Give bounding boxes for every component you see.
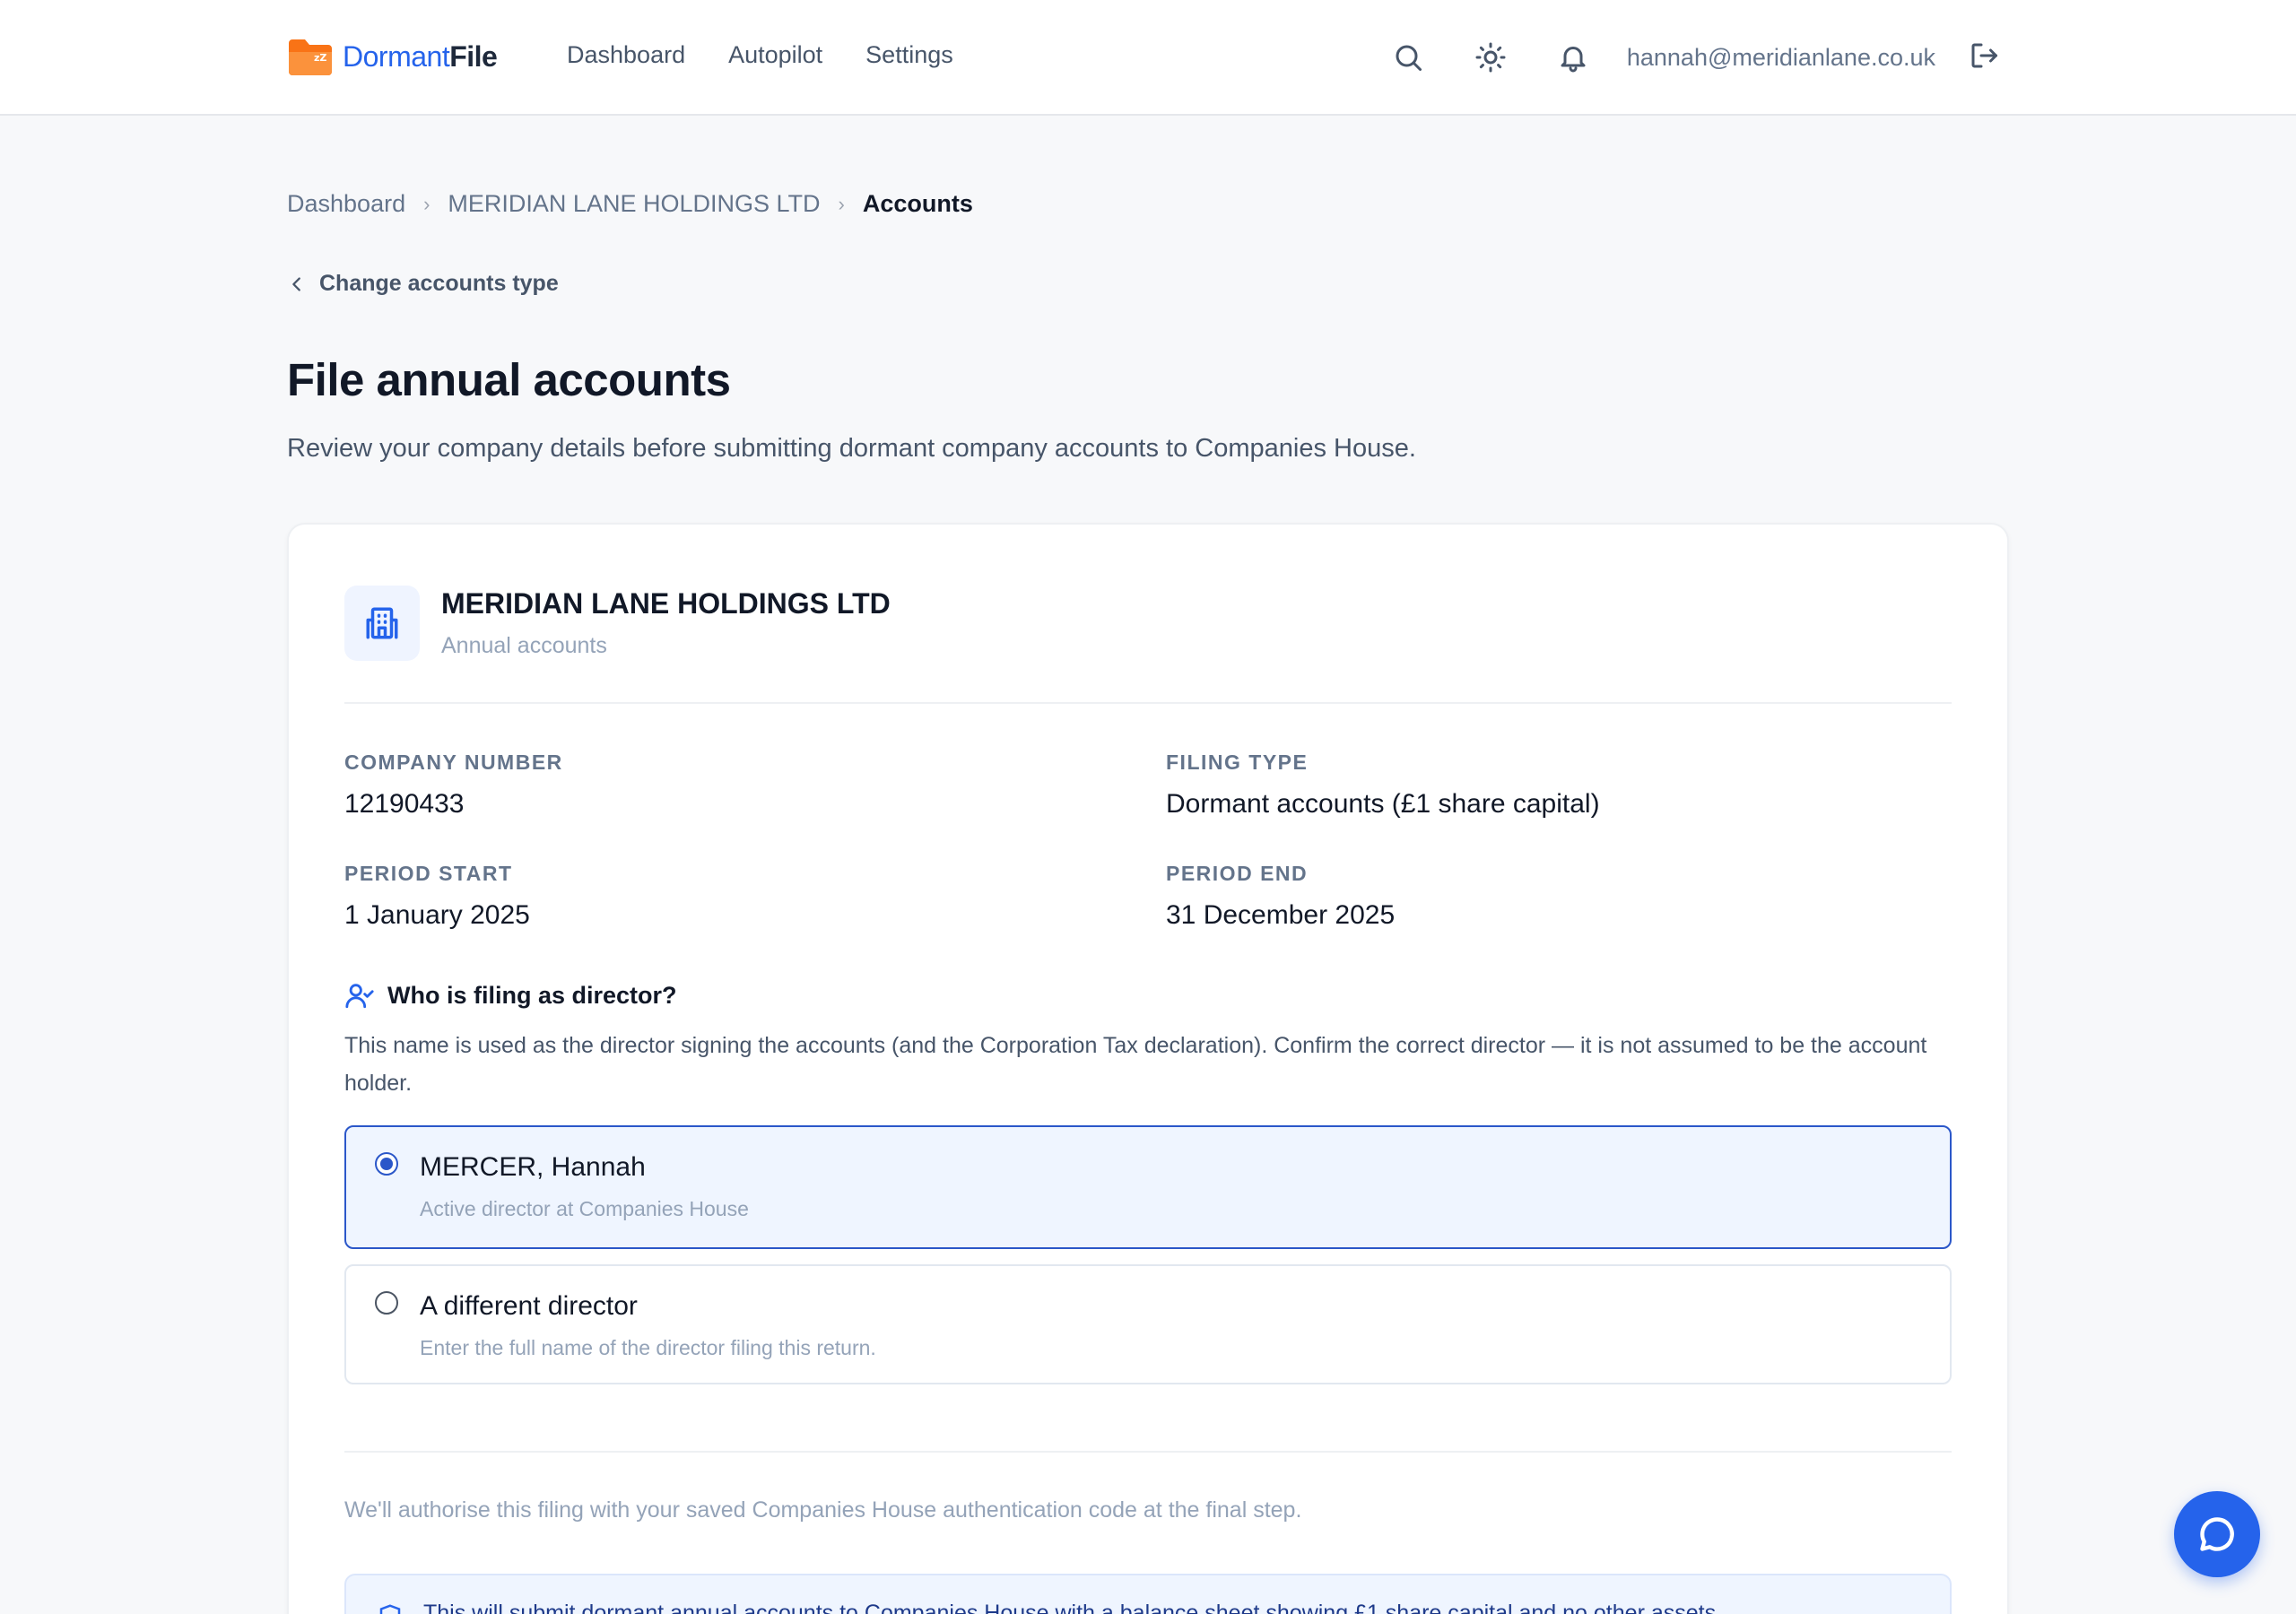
theme-toggle-button[interactable] — [1469, 36, 1512, 79]
sun-icon — [1475, 42, 1506, 73]
brand-name: DormantFile — [343, 39, 498, 74]
director-option-subtitle: Enter the full name of the director fili… — [420, 1336, 876, 1359]
radio-unselected[interactable] — [375, 1291, 398, 1315]
chevron-right-icon: › — [838, 192, 845, 215]
filing-type-field: FILING TYPE Dormant accounts (£1 share c… — [1166, 751, 1600, 820]
company-details-card: MERIDIAN LANE HOLDINGS LTD Annual accoun… — [287, 523, 2009, 1614]
user-email[interactable]: hannah@meridianlane.co.uk — [1627, 44, 1935, 72]
change-accounts-type-link[interactable]: Change accounts type — [287, 271, 559, 297]
building-icon — [366, 607, 398, 639]
header-actions: hannah@meridianlane.co.uk — [1387, 36, 2000, 79]
filing-type-value: Dormant accounts (£1 share capital) — [1166, 789, 1600, 819]
bell-icon — [1561, 47, 1586, 73]
divider — [344, 702, 1952, 704]
period-end-label: PERIOD END — [1166, 862, 1309, 885]
shield-icon — [377, 1602, 404, 1614]
company-name: MERIDIAN LANE HOLDINGS LTD — [441, 587, 891, 620]
notifications-button[interactable] — [1552, 36, 1595, 79]
director-option-title: A different director — [420, 1291, 638, 1321]
director-question: Who is filing as director? — [344, 980, 677, 1011]
page-subtitle: Review your company details before submi… — [287, 434, 1416, 463]
top-navigation-bar: zZ DormantFile Dashboard Autopilot Setti… — [0, 0, 2296, 116]
company-number-label: COMPANY NUMBER — [344, 751, 563, 774]
chat-bubble-icon — [2200, 1517, 2234, 1551]
logout-icon — [1971, 43, 1997, 67]
building-icon-container — [344, 586, 420, 661]
brand-name-part2: File — [449, 39, 498, 73]
breadcrumb-company[interactable]: MERIDIAN LANE HOLDINGS LTD — [448, 190, 820, 218]
folder-logo-icon: zZ — [287, 36, 334, 77]
main-nav: Dashboard Autopilot Settings — [567, 41, 953, 69]
breadcrumb-dashboard[interactable]: Dashboard — [287, 190, 405, 218]
submission-info-text: This will submit dormant annual accounts… — [423, 1601, 1723, 1614]
director-question-label: Who is filing as director? — [387, 981, 677, 1009]
submission-info-box: This will submit dormant annual accounts… — [344, 1574, 1952, 1614]
period-start-label: PERIOD START — [344, 862, 513, 885]
filing-type-label: FILING TYPE — [1166, 751, 1309, 774]
director-help-text: This name is used as the director signin… — [344, 1033, 1927, 1096]
breadcrumb: Dashboard › MERIDIAN LANE HOLDINGS LTD ›… — [287, 190, 973, 218]
period-start-field: PERIOD START 1 January 2025 — [344, 862, 530, 931]
director-option-subtitle: Active director at Companies House — [420, 1197, 749, 1220]
chevron-right-icon: › — [423, 192, 430, 215]
divider — [344, 1451, 1952, 1453]
user-check-icon — [345, 984, 374, 1009]
period-end-field: PERIOD END 31 December 2025 — [1166, 862, 1395, 931]
brand-name-part1: Dormant — [343, 39, 450, 73]
company-header: MERIDIAN LANE HOLDINGS LTD Annual accoun… — [344, 586, 891, 661]
logout-button[interactable] — [1968, 39, 2000, 76]
director-option-different[interactable]: A different director Enter the full name… — [344, 1264, 1952, 1384]
period-end-value: 31 December 2025 — [1166, 900, 1396, 930]
chat-button[interactable] — [2174, 1491, 2260, 1577]
breadcrumb-accounts: Accounts — [862, 190, 973, 217]
change-accounts-type-label: Change accounts type — [319, 271, 559, 296]
company-number-field: COMPANY NUMBER 12190433 — [344, 751, 563, 820]
radio-selected[interactable] — [375, 1152, 398, 1176]
brand-logo[interactable]: zZ DormantFile — [287, 36, 498, 77]
nav-autopilot[interactable]: Autopilot — [728, 41, 822, 69]
page-title: File annual accounts — [287, 354, 731, 405]
director-option-title: MERCER, Hannah — [420, 1152, 646, 1182]
nav-settings[interactable]: Settings — [865, 41, 953, 69]
period-start-value: 1 January 2025 — [344, 900, 530, 930]
chevron-left-icon — [287, 274, 307, 294]
company-number-value: 12190433 — [344, 789, 465, 819]
nav-dashboard[interactable]: Dashboard — [567, 41, 685, 69]
search-button[interactable] — [1387, 36, 1430, 79]
company-accounts-type: Annual accounts — [441, 633, 607, 658]
svg-text:zZ: zZ — [314, 52, 326, 64]
authorisation-note: We'll authorise this filing with your sa… — [344, 1497, 1302, 1523]
search-icon — [1396, 45, 1422, 71]
director-option-mercer-hannah[interactable]: MERCER, Hannah Active director at Compan… — [344, 1125, 1952, 1249]
